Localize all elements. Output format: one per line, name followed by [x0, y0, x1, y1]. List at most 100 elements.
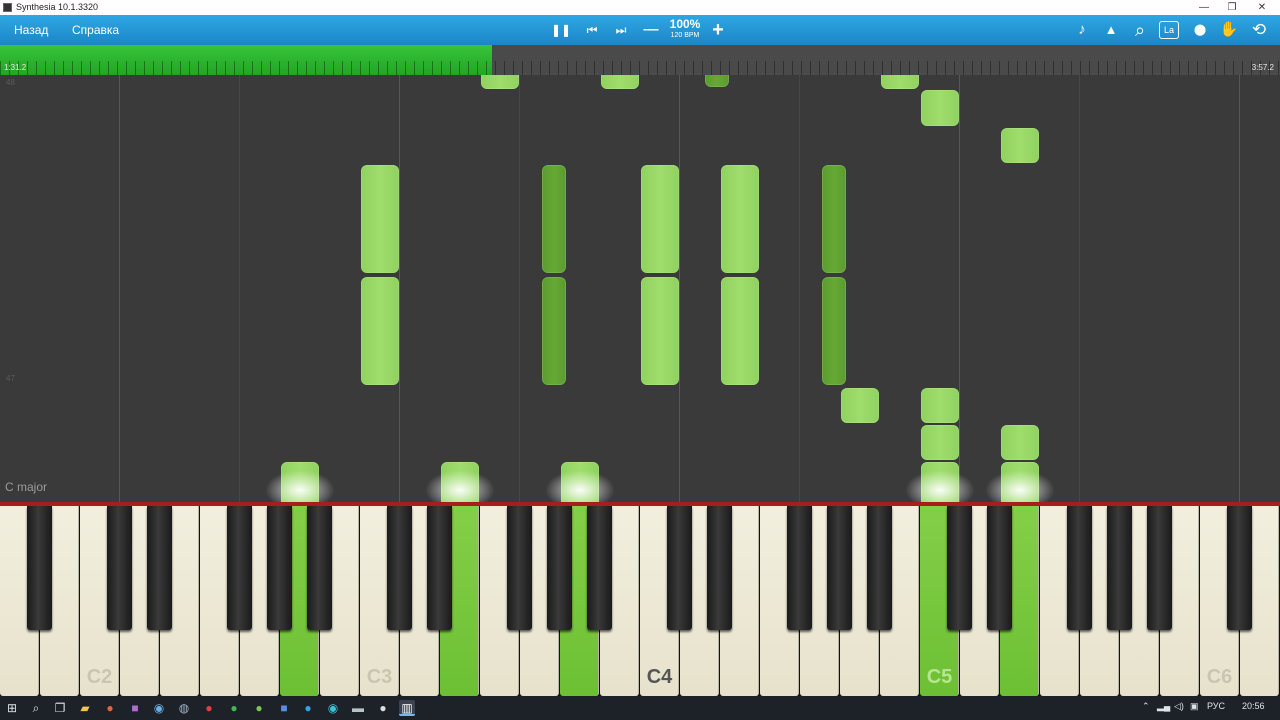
falling-note	[705, 75, 729, 87]
tray-chevron-icon[interactable]: ⌃	[1142, 701, 1150, 712]
steam-icon[interactable]: ◍	[176, 700, 192, 716]
note-roll: 48 47 C major	[0, 75, 1280, 502]
app-icon[interactable]: ●	[375, 700, 391, 716]
location-pin-icon[interactable]: ⬤	[1188, 19, 1212, 41]
piano-black-key[interactable]	[1067, 506, 1092, 630]
piano-black-key[interactable]	[1147, 506, 1172, 630]
piano-black-key[interactable]	[27, 506, 52, 630]
falling-note	[921, 425, 959, 460]
grid-line	[1079, 75, 1080, 502]
loop-icon[interactable]: ⟲	[1247, 19, 1271, 41]
back-button[interactable]: Назад	[8, 19, 54, 41]
previous-icon[interactable]: ⏮	[580, 19, 604, 41]
song-progress-bar[interactable]: 1:31.2 3:57.2	[0, 45, 1280, 75]
grid-line	[799, 75, 800, 502]
file-explorer-icon[interactable]: ▰	[77, 700, 93, 716]
tempo-bpm: 120 BPM	[670, 32, 700, 39]
falling-note	[542, 277, 566, 385]
speed-percent: 100%	[669, 17, 701, 31]
grid-line	[959, 75, 960, 502]
piano-black-key[interactable]	[947, 506, 972, 630]
measure-number: 47	[6, 374, 15, 383]
search-icon[interactable]: ⌕	[28, 700, 44, 716]
speed-readout: 100% 120 BPM	[665, 18, 705, 42]
restore-button[interactable]: ❐	[1218, 0, 1246, 15]
note-hit-glow	[425, 470, 495, 502]
clock[interactable]: 20:56	[1242, 701, 1265, 711]
piano-black-key[interactable]	[1107, 506, 1132, 630]
piano-black-key[interactable]	[267, 506, 292, 630]
timeline-ticks	[0, 61, 1280, 75]
piano-black-key[interactable]	[547, 506, 572, 630]
falling-note	[881, 75, 919, 89]
piano-black-key[interactable]	[507, 506, 532, 630]
octave-label: C2	[86, 666, 113, 688]
piano-black-key[interactable]	[387, 506, 412, 630]
piano-black-key[interactable]	[787, 506, 812, 630]
task-view-icon[interactable]: ❐	[52, 700, 68, 716]
app-icon[interactable]: ■	[276, 700, 292, 716]
magnifier-icon[interactable]: ⌕	[1128, 19, 1152, 41]
total-time: 3:57.2	[1251, 63, 1274, 72]
notification-icon[interactable]: ▣	[1190, 701, 1199, 712]
language-indicator[interactable]: РУС	[1207, 701, 1225, 711]
app-icon[interactable]: ●	[251, 700, 267, 716]
app-icon[interactable]: ◉	[325, 700, 341, 716]
next-icon[interactable]: ⏭	[609, 19, 633, 41]
metronome-icon[interactable]: ▲	[1099, 19, 1123, 41]
app-icon[interactable]: ■	[127, 700, 143, 716]
grid-line	[519, 75, 520, 502]
app-icon[interactable]: ◉	[151, 700, 167, 716]
music-note-icon[interactable]: ♪	[1070, 19, 1094, 41]
falling-note	[601, 75, 639, 89]
piano-black-key[interactable]	[827, 506, 852, 630]
note-hit-glow	[545, 470, 615, 502]
falling-note	[361, 277, 399, 385]
note-hit-glow	[905, 470, 975, 502]
piano-black-key[interactable]	[867, 506, 892, 630]
minimize-button[interactable]: —	[1190, 0, 1218, 15]
help-button[interactable]: Справка	[66, 19, 125, 41]
hand-icon[interactable]: ✋	[1217, 19, 1241, 41]
synthesia-app-icon	[3, 3, 12, 12]
measure-number: 48	[6, 78, 15, 87]
grid-line	[239, 75, 240, 502]
falling-note	[641, 165, 679, 273]
piano-black-key[interactable]	[987, 506, 1012, 630]
octave-label: C4	[646, 666, 673, 688]
piano-black-key[interactable]	[667, 506, 692, 630]
app-toolbar: Назад Справка ❚❚ ⏮ ⏭ — 100% 120 BPM + ♪ …	[0, 15, 1280, 45]
app-icon[interactable]: ●	[226, 700, 242, 716]
octave-label: C3	[366, 666, 393, 688]
piano-black-key[interactable]	[707, 506, 732, 630]
window-title: Synthesia 10.1.3320	[16, 2, 99, 12]
grid-line	[119, 75, 120, 502]
piano-black-key[interactable]	[1227, 506, 1252, 630]
windows-start-icon[interactable]: ⊞	[4, 700, 20, 716]
slower-icon[interactable]: —	[639, 19, 663, 41]
piano-black-key[interactable]	[227, 506, 252, 630]
falling-note	[1001, 128, 1039, 163]
falling-note	[542, 165, 566, 273]
window-title-bar: Synthesia 10.1.3320 — ❐ ✕	[0, 0, 1280, 15]
app-icon[interactable]: ▬	[350, 700, 366, 716]
pause-icon[interactable]: ❚❚	[549, 19, 573, 41]
note-hit-glow	[265, 470, 335, 502]
app-icon[interactable]: ●	[102, 700, 118, 716]
falling-note	[822, 165, 846, 273]
synthesia-taskbar-icon[interactable]: ▥	[399, 700, 415, 716]
skype-icon[interactable]: ●	[300, 700, 316, 716]
note-labels-icon[interactable]: La	[1159, 21, 1179, 39]
volume-icon[interactable]: ◁)	[1174, 701, 1184, 712]
piano-black-key[interactable]	[107, 506, 132, 630]
piano-black-key[interactable]	[147, 506, 172, 630]
piano-black-key[interactable]	[427, 506, 452, 630]
piano-black-key[interactable]	[307, 506, 332, 630]
yandex-browser-icon[interactable]: ●	[201, 700, 217, 716]
network-icon[interactable]: ▂▄	[1157, 701, 1170, 712]
faster-icon[interactable]: +	[706, 19, 730, 41]
close-button[interactable]: ✕	[1248, 0, 1276, 15]
piano-black-key[interactable]	[587, 506, 612, 630]
grid-line	[1239, 75, 1240, 502]
falling-note	[721, 277, 759, 385]
